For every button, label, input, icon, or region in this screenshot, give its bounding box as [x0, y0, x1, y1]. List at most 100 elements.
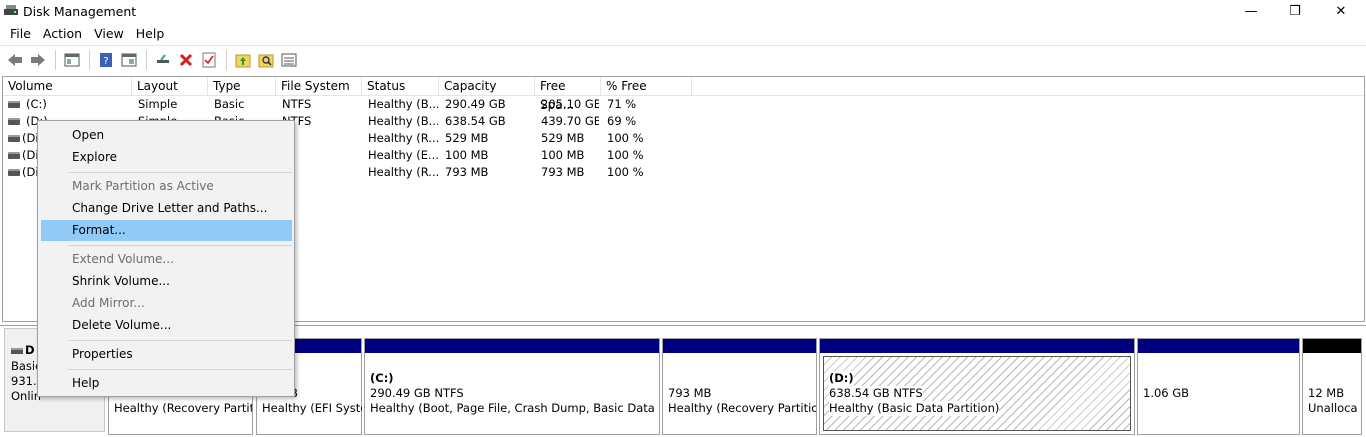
close-button[interactable]: ✕ — [1318, 0, 1364, 23]
forward-icon — [31, 53, 45, 66]
menu-item-extend-volume[interactable]: Extend Volume... — [41, 249, 292, 270]
volume-icon — [8, 135, 20, 142]
partition-status: Healthy (EFI Syste — [262, 401, 362, 415]
partition-recovery-793[interactable]: 793 MB Healthy (Recovery Partitior — [662, 338, 817, 435]
delete-button[interactable] — [175, 49, 197, 71]
restore-button[interactable]: ❒ — [1272, 0, 1318, 23]
cell-file-system: NTFS — [282, 97, 312, 111]
menu-item-mark-active[interactable]: Mark Partition as Active — [41, 176, 292, 197]
menu-separator — [68, 369, 292, 370]
view-icon — [121, 53, 137, 66]
column-header-layout[interactable]: Layout — [132, 77, 208, 96]
cell-status: Healthy (R... — [368, 165, 438, 179]
search-folder-button[interactable] — [255, 49, 277, 71]
column-header-free-space[interactable]: Free Spa... — [535, 77, 601, 112]
toolbar: ? — [0, 45, 1366, 73]
column-header-status[interactable]: Status — [362, 77, 439, 96]
menu-item-change-drive-letter[interactable]: Change Drive Letter and Paths... — [41, 198, 292, 219]
menu-item-shrink-volume[interactable]: Shrink Volume... — [41, 271, 292, 292]
partition-size: 638.54 GB NTFS — [829, 386, 923, 401]
column-header-capacity[interactable]: Capacity — [439, 77, 535, 96]
column-header-percent-free[interactable]: % Free — [601, 77, 692, 96]
cell-free-space: 793 MB — [541, 165, 585, 179]
cell-free-space: 439.70 GB — [541, 114, 599, 128]
toolbar-separator — [226, 49, 227, 70]
menu-item-delete-volume[interactable]: Delete Volume... — [41, 315, 292, 336]
cell-percent-free: 100 % — [607, 165, 644, 179]
forward-button[interactable] — [27, 49, 49, 71]
disk-list-button[interactable] — [278, 49, 300, 71]
column-header-volume[interactable]: Volume — [3, 77, 132, 96]
partition-size: 12 MB — [1308, 386, 1345, 400]
list-header: Volume Layout Type File System Status Ca… — [3, 77, 1364, 112]
cell-status: Healthy (B... — [368, 97, 438, 111]
cell-volume: (C:) — [26, 97, 47, 111]
partition-bar — [663, 339, 816, 353]
folder-up-button[interactable] — [232, 49, 254, 71]
menu-item-properties[interactable]: Properties — [41, 344, 292, 365]
help-button[interactable]: ? — [95, 49, 117, 71]
back-icon — [8, 53, 22, 66]
cell-capacity: 100 MB — [445, 148, 489, 162]
column-header-type[interactable]: Type — [208, 77, 276, 96]
menu-item-explore[interactable]: Explore — [41, 147, 292, 168]
cell-capacity: 290.49 GB — [445, 97, 506, 111]
partition-title: (C:) — [370, 371, 394, 385]
menu-item-help[interactable]: Help — [41, 373, 292, 394]
restore-icon: ❒ — [1289, 4, 1301, 19]
menu-separator — [68, 340, 292, 341]
cell-layout: Simple — [138, 97, 178, 111]
partition-bar — [820, 339, 1134, 353]
disk-icon — [11, 347, 23, 354]
menu-separator — [68, 172, 292, 173]
cell-status: Healthy (B... — [368, 114, 438, 128]
volume-icon — [8, 169, 20, 176]
menu-bar: File Action View Help — [0, 23, 1366, 44]
cell-free-space: 529 MB — [541, 131, 585, 145]
help-icon: ? — [100, 52, 112, 67]
menu-separator — [68, 245, 292, 246]
column-header-file-system[interactable]: File System — [276, 77, 362, 96]
disk-list-icon — [281, 53, 297, 66]
cell-percent-free: 69 % — [607, 114, 637, 128]
properties-button[interactable] — [61, 49, 83, 71]
cell-free-space: 100 MB — [541, 148, 585, 162]
connect-icon — [157, 53, 169, 63]
minimize-button[interactable]: — — [1228, 0, 1274, 23]
partition-c[interactable]: (C:) 290.49 GB NTFS Healthy (Boot, Page … — [364, 338, 660, 435]
cell-capacity: 638.54 GB — [445, 114, 506, 128]
cell-percent-free: 71 % — [607, 97, 637, 111]
menu-item-format[interactable]: Format... — [41, 220, 292, 241]
menu-help[interactable]: Help — [130, 23, 171, 44]
partition-1-06gb[interactable]: 1.06 GB — [1137, 338, 1300, 435]
minimize-icon: — — [1244, 4, 1258, 19]
partition-status: Unalloca — [1308, 401, 1358, 415]
table-row[interactable]: (C:) Simple Basic NTFS Healthy (B... 290… — [3, 96, 1364, 113]
toolbar-separator — [89, 49, 90, 70]
view-button[interactable] — [118, 49, 140, 71]
cell-capacity: 529 MB — [445, 131, 489, 145]
properties-icon — [64, 53, 80, 66]
menu-view[interactable]: View — [88, 23, 130, 44]
cell-status: Healthy (R... — [368, 131, 438, 145]
toolbar-separator — [146, 49, 147, 70]
search-folder-icon — [258, 54, 274, 67]
menu-item-add-mirror[interactable]: Add Mirror... — [41, 293, 292, 314]
menu-item-open[interactable]: Open — [41, 125, 292, 146]
partition-status: Healthy (Recovery Partitior — [668, 401, 816, 415]
cell-status: Healthy (E... — [368, 148, 438, 162]
menu-file[interactable]: File — [4, 23, 37, 44]
toolbar-separator — [55, 49, 56, 70]
back-button[interactable] — [4, 49, 26, 71]
connect-button[interactable] — [152, 49, 174, 71]
partition-bar — [1138, 339, 1299, 353]
partition-bar — [365, 339, 659, 353]
partition-unallocated[interactable]: 12 MB Unalloca — [1302, 338, 1362, 435]
volume-icon — [8, 152, 20, 159]
checklist-button[interactable] — [198, 49, 220, 71]
disk-management-app-icon — [4, 5, 18, 15]
partition-d[interactable]: (D:) 638.54 GB NTFS Healthy (Basic Data … — [819, 338, 1135, 435]
partition-size: 1.06 GB — [1143, 386, 1190, 400]
menu-action[interactable]: Action — [37, 23, 88, 44]
partition-status: Healthy (Recovery Partitio — [114, 401, 252, 415]
